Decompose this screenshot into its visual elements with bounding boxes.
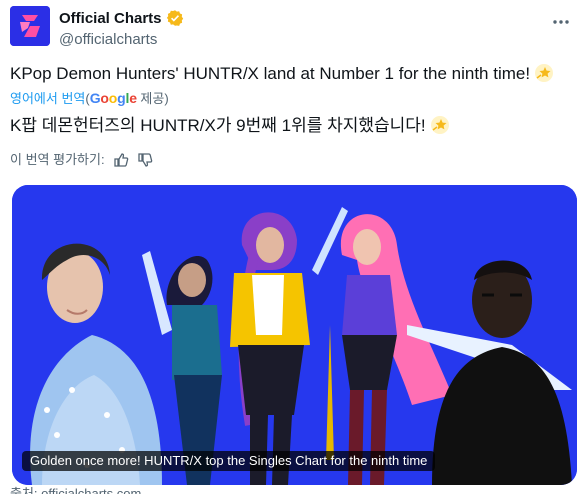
tweet-body: KPop Demon Hunters' HUNTR/X land at Numb… xyxy=(10,64,531,83)
translated-tweet-text: K팝 데몬헌터즈의 HUNTR/X가 9번째 1위를 차지했습니다! xyxy=(10,114,450,138)
author-handle[interactable]: @officialcharts xyxy=(59,30,184,50)
author-name[interactable]: Official Charts xyxy=(59,10,162,27)
translation-provider-suffix: 제공) xyxy=(136,91,169,106)
translated-by: 영어에서 번역(Google 제공) xyxy=(10,90,169,107)
star-sparkle-emoji-icon xyxy=(535,64,554,82)
official-charts-logo-icon xyxy=(10,6,50,46)
translated-body: K팝 데몬헌터즈의 HUNTR/X가 9번째 1위를 차지했습니다! xyxy=(10,116,426,135)
media-image xyxy=(12,185,577,485)
translated-from-link[interactable]: 영어에서 번역 xyxy=(10,91,85,106)
thumbs-up-icon[interactable] xyxy=(113,152,129,168)
avatar[interactable] xyxy=(10,6,50,46)
media-caption: Golden once more! HUNTR/X top the Single… xyxy=(22,451,436,471)
more-options-icon[interactable] xyxy=(551,12,571,32)
thumbs-down-icon[interactable] xyxy=(137,152,153,168)
rate-translation-label: 이 번역 평가하기: xyxy=(10,152,105,167)
rate-translation: 이 번역 평가하기: xyxy=(10,152,153,168)
tweet-text: KPop Demon Hunters' HUNTR/X land at Numb… xyxy=(10,62,573,86)
verified-badge-icon xyxy=(166,10,183,26)
google-logo: Google xyxy=(89,90,137,106)
tweet-header: Official Charts @officialcharts xyxy=(10,6,573,52)
star-sparkle-emoji-icon xyxy=(430,116,449,134)
card-source[interactable]: 출처: officialcharts.com xyxy=(10,486,141,494)
tweet-media-card[interactable] xyxy=(12,185,577,485)
